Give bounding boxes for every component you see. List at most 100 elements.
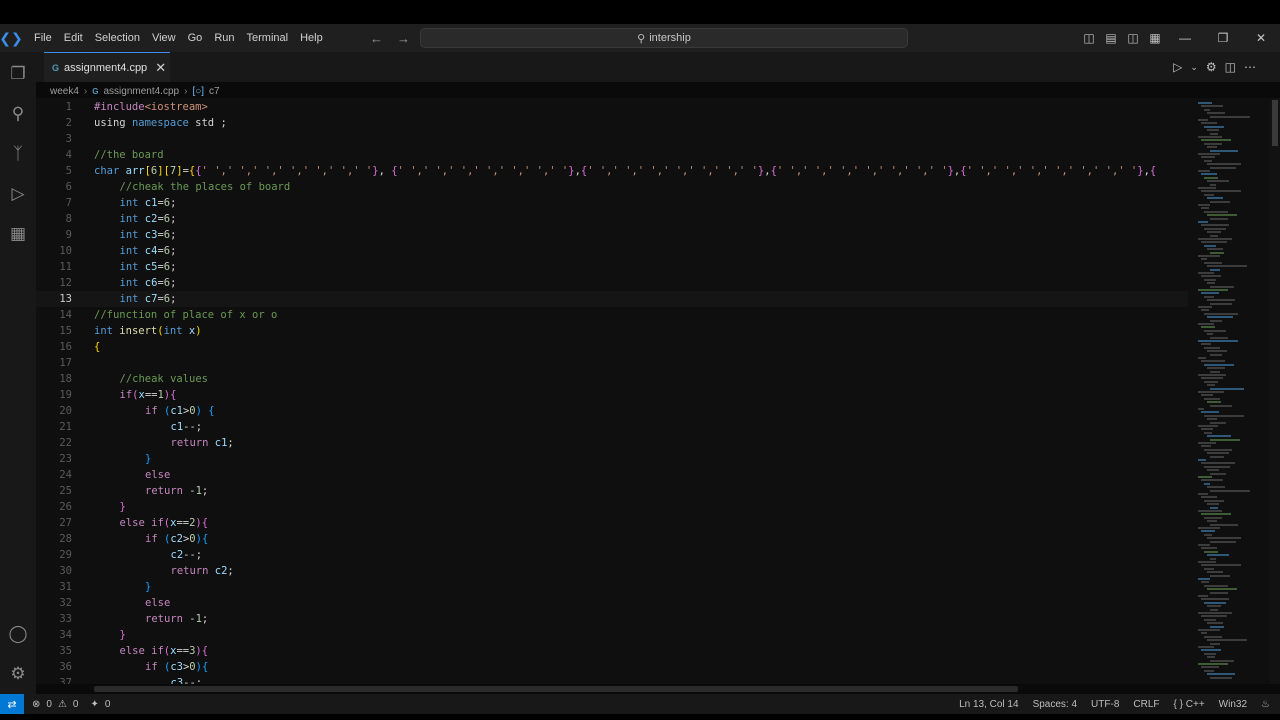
gear-icon[interactable]: ⚙ [1206,60,1217,74]
code-line[interactable]: 7 int c1=6; [36,195,1188,211]
code-line[interactable]: 23} [36,451,1188,467]
menu-item-view[interactable]: View [146,24,182,52]
code-line[interactable]: 34} [36,627,1188,643]
customize-layout-icon[interactable]: ▦ [1144,24,1166,52]
settings-gear-icon[interactable]: ⚙ [0,656,36,692]
minimap-line [1210,506,1218,509]
minimap-line [1198,391,1224,393]
minimize-icon[interactable]: — [1166,24,1204,52]
code-line[interactable]: 29 c2--; [36,547,1188,563]
toggle-sidebar-icon[interactable]: ◫ [1078,24,1100,52]
notifications-bell-icon[interactable]: ♨ [1261,699,1270,710]
code-line[interactable]: 3 [36,131,1188,147]
breadcrumb-symbol[interactable]: c7 [209,86,220,97]
code-line[interactable]: 2 using namespace std ; [36,115,1188,131]
menu-item-selection[interactable]: Selection [89,24,146,52]
split-editor-icon[interactable]: ◫ [1225,60,1236,74]
code-line[interactable]: 27 else if(x==2){ [36,515,1188,531]
menu-item-run[interactable]: Run [208,24,240,52]
command-center-search[interactable]: ⚲ intership [420,28,908,48]
extensions-icon[interactable]: ▦ [0,216,36,252]
menu-item-go[interactable]: Go [182,24,209,52]
errors-icon[interactable]: ⊗ [32,699,40,710]
line-ending[interactable]: CRLF [1133,699,1159,710]
code-line[interactable]: 20 if (c1>0) { [36,403,1188,419]
code-editor[interactable]: 1 #include<iostream> 2 using namespace std … [36,98,1188,684]
code-line[interactable]: 8 int c2=6; [36,211,1188,227]
run-icon[interactable]: ▷ [1173,60,1182,74]
minimap-line [1210,353,1222,356]
code-line[interactable]: 22 return c1; [36,435,1188,451]
code-line[interactable]: 37 c3--; [36,675,1188,684]
cursor-position[interactable]: Ln 13, Col 14 [959,699,1019,710]
code-line[interactable]: 19 if(x==1){ [36,387,1188,403]
code-line[interactable]: 6 //cheak the places of board [36,179,1188,195]
code-line[interactable]: 18 //cheak values [36,371,1188,387]
code-line[interactable]: 12 int c6=6; [36,275,1188,291]
code-line[interactable]: 36 if (c3>0){ [36,659,1188,675]
errors-count[interactable]: 0 [46,699,52,710]
code-line[interactable]: 10 int c4=6; [36,243,1188,259]
code-line[interactable]: 24 else [36,467,1188,483]
code-line[interactable]: 25 return -1; [36,483,1188,499]
toggle-secondary-sidebar-icon[interactable]: ◫ [1122,24,1144,52]
ports-icon[interactable]: ✦ [90,699,98,710]
menu-item-file[interactable]: File [28,24,58,52]
chevron-down-icon[interactable]: ⌄ [1190,62,1198,73]
code-token: else [119,645,145,657]
toggle-panel-icon[interactable]: ▤ [1100,24,1122,52]
code-line[interactable]: 31} [36,579,1188,595]
code-line[interactable]: 9 int c3=6; [36,227,1188,243]
search-view-icon[interactable]: ⚲ [0,96,36,132]
code-line[interactable]: 32 else [36,595,1188,611]
tab-assignment4[interactable]: G assignment4.cpp ✕ [44,52,170,82]
close-tab-icon[interactable]: ✕ [155,60,166,76]
source-control-icon[interactable]: ᛉ [0,136,36,172]
minimap-line [1207,112,1225,115]
code-line[interactable]: 13 int c7=6; [36,291,1188,307]
warning-icon[interactable]: ⚠ [58,699,67,710]
horizontal-scrollbar[interactable] [94,686,1018,692]
code-line[interactable]: 35 else if(x==3){ [36,643,1188,659]
indentation[interactable]: Spaces: 4 [1033,699,1077,710]
code-line[interactable]: 5 char arr[6][7]={{' ',' ',' ',' ',' ',' … [36,163,1188,179]
ports-count[interactable]: 0 [105,699,111,710]
warnings-count[interactable]: 0 [73,699,79,710]
minimap[interactable] [1188,98,1270,684]
menu-item-terminal[interactable]: Terminal [241,24,295,52]
restore-icon[interactable]: ❐ [1204,24,1242,52]
code-line[interactable]: 1 #include<iostream> [36,99,1188,115]
code-line[interactable]: 28 if (c2>0){ [36,531,1188,547]
breadcrumb-folder[interactable]: week4 [50,86,79,97]
menu-item-edit[interactable]: Edit [58,24,89,52]
language-mode[interactable]: { } C++ [1174,699,1205,710]
breadcrumb-file[interactable]: assignment4.cpp [103,86,179,97]
platform[interactable]: Win32 [1219,699,1247,710]
code-line[interactable]: 33 return -1; [36,611,1188,627]
code-line[interactable]: 14 //function of place of x or o [36,307,1188,323]
menu-item-help[interactable]: Help [294,24,329,52]
vertical-scrollbar[interactable] [1270,98,1280,684]
code-line[interactable]: 17 [36,355,1188,371]
line-number: 27 [59,517,72,529]
remote-indicator-icon[interactable]: ⇄ [0,694,24,714]
vertical-scrollbar-thumb[interactable] [1272,100,1278,146]
code-text: } [145,451,151,467]
accounts-icon[interactable]: ◯ [0,616,36,652]
code-line[interactable]: 11 int c5=6; [36,259,1188,275]
code-line[interactable]: 26} [36,499,1188,515]
code-line[interactable]: 4 //the board [36,147,1188,163]
code-line[interactable]: 30 return c2; [36,563,1188,579]
code-line[interactable]: 21 c1--; [36,419,1188,435]
code-line[interactable]: 15 int insert(int x) [36,323,1188,339]
more-actions-icon[interactable]: ⋯ [1244,60,1256,74]
encoding[interactable]: UTF-8 [1091,699,1119,710]
back-arrow-icon[interactable]: ← [370,31,383,46]
forward-arrow-icon[interactable]: → [397,31,410,46]
explorer-icon[interactable]: ❐ [0,56,36,92]
close-window-icon[interactable]: ✕ [1242,24,1280,52]
run-debug-icon[interactable]: ▷ [0,176,36,212]
code-token: if [145,661,158,673]
code-token: { [201,645,209,657]
code-line[interactable]: 16 { [36,339,1188,355]
